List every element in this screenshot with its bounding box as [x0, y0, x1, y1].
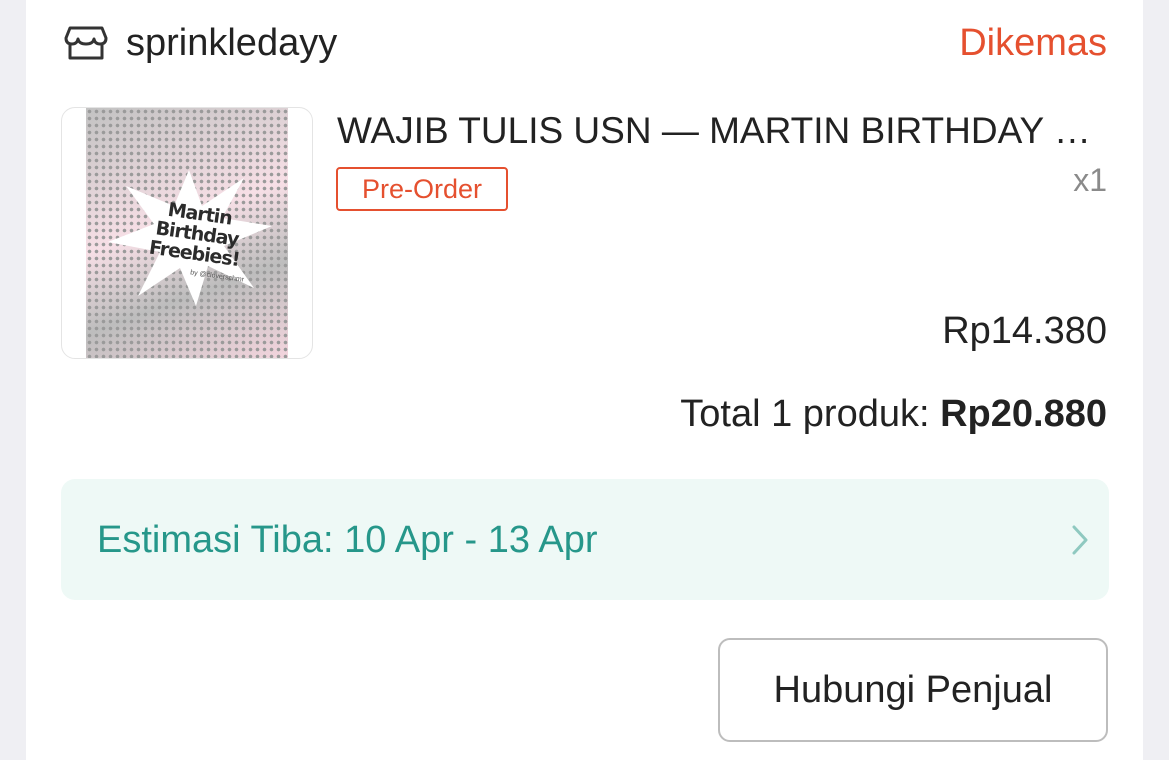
- store-icon: [64, 24, 108, 62]
- order-status: Dikemas: [959, 22, 1107, 64]
- order-total: Total 1 produk: Rp20.880: [680, 393, 1107, 436]
- product-quantity: x1: [1073, 162, 1107, 198]
- total-label: Total 1 produk:: [680, 393, 941, 435]
- shop-header[interactable]: sprinkledayy Dikemas: [64, 18, 1107, 68]
- chevron-right-icon: [1069, 523, 1091, 557]
- shop-name[interactable]: sprinkledayy: [126, 18, 337, 68]
- product-thumbnail[interactable]: Martin Birthday Freebies! by @cloverschm…: [61, 107, 313, 359]
- delivery-estimate-row[interactable]: Estimasi Tiba: 10 Apr - 13 Apr: [61, 479, 1109, 600]
- total-value: Rp20.880: [940, 393, 1107, 435]
- product-price: Rp14.380: [942, 310, 1107, 352]
- order-card: sprinkledayy Dikemas Martin Birthday Fre…: [26, 0, 1143, 760]
- preorder-badge: Pre-Order: [336, 167, 508, 211]
- thumbnail-artwork: Martin Birthday Freebies! by @cloverschm…: [86, 108, 288, 358]
- delivery-estimate-label: Estimasi Tiba: 10 Apr - 13 Apr: [97, 519, 598, 561]
- product-title[interactable]: WAJIB TULIS USN — MARTIN BIRTHDAY FREEBI…: [337, 106, 1107, 156]
- contact-seller-button[interactable]: Hubungi Penjual: [718, 638, 1108, 742]
